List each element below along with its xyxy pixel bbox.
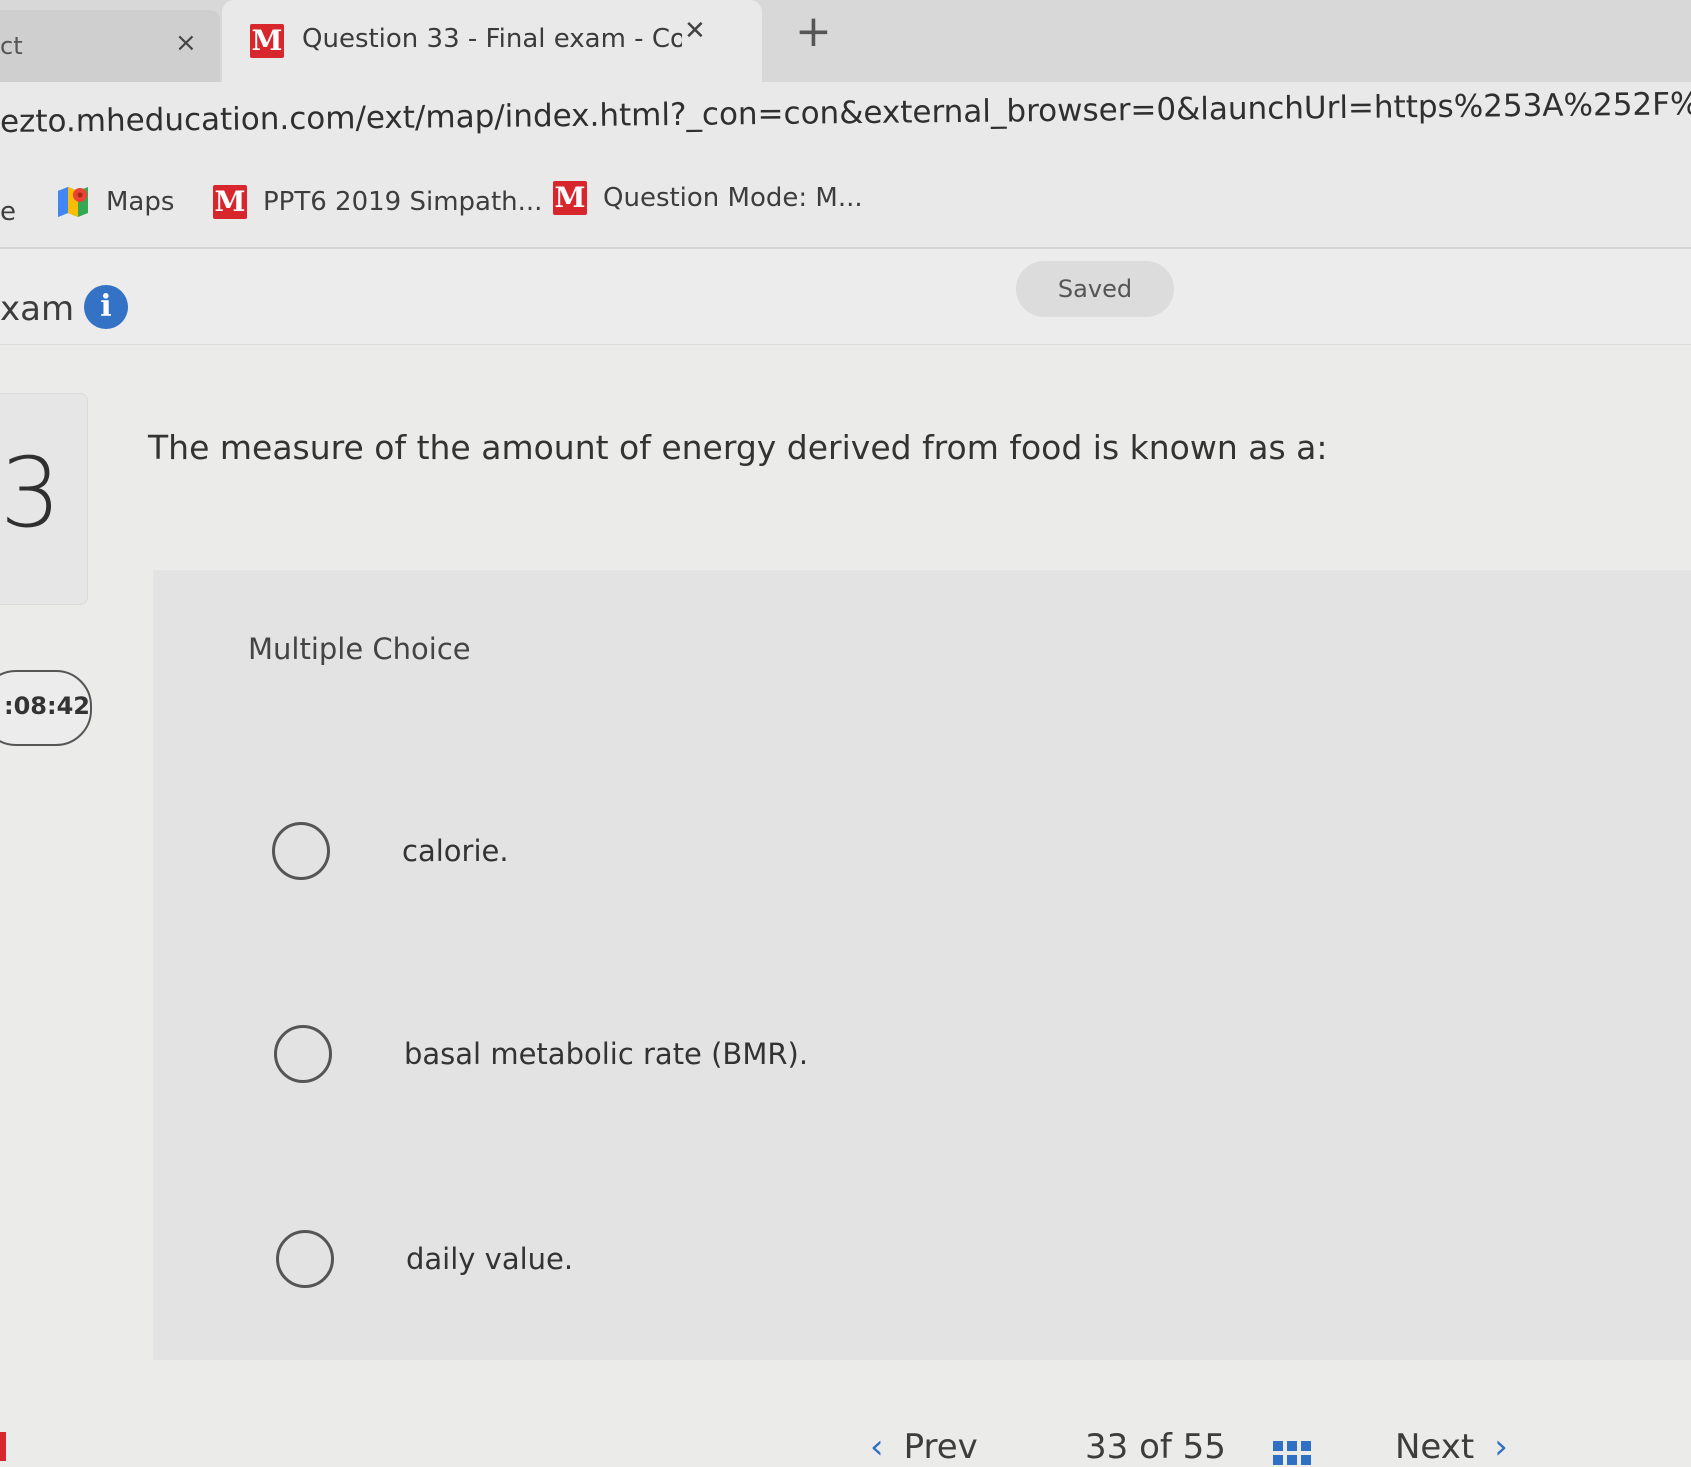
bookmark-maps[interactable]: Maps [56,185,174,219]
prev-button[interactable]: ‹ Prev [870,1427,978,1467]
question-grid-icon[interactable] [1273,1441,1313,1465]
chevron-right-icon: › [1494,1427,1508,1467]
bookmark-label: Question Mode: M... [603,183,863,213]
tab-inactive[interactable]: ct × [0,10,220,82]
question-number: 3 [0,437,62,549]
answer-option-text: calorie. [402,834,509,868]
tab-active[interactable]: M Question 33 - Final exam - Conn ✕ [222,0,762,82]
tab-close-icon[interactable]: × [175,28,197,58]
question-prompt: The measure of the amount of energy deri… [148,428,1328,467]
chevron-left-icon: ‹ [870,1427,884,1467]
answer-option[interactable]: daily value. [276,1230,573,1288]
bookmark-item[interactable]: e [0,197,16,227]
url-text[interactable]: ezto.mheducation.com/ext/map/index.html?… [0,84,1691,140]
question-type-label: Multiple Choice [248,632,471,666]
mcgraw-hill-logo-icon: M [250,24,284,58]
question-position: 33 of 55 [1085,1427,1226,1467]
next-label: Next [1395,1427,1475,1467]
mcgraw-hill-logo-icon: M [553,181,587,215]
answer-option[interactable]: basal metabolic rate (BMR). [274,1025,808,1083]
timer-text: :08:42 [4,692,90,720]
mcgraw-hill-logo-icon: M [213,185,247,219]
answer-option-text: basal metabolic rate (BMR). [404,1037,809,1071]
new-tab-plus-icon[interactable]: + [795,6,832,57]
bookmark-ppt6[interactable]: M PPT6 2019 Simpath... [213,185,542,219]
question-navigation: ‹ Prev 33 of 55 Next › [0,1405,1691,1467]
address-bar[interactable]: ezto.mheducation.com/ext/map/index.html?… [0,82,1691,167]
exam-header: xam i Saved [0,249,1691,345]
exam-title: xam [0,289,75,329]
answer-option-text: daily value. [406,1242,574,1276]
tab-close-icon[interactable]: ✕ [684,16,706,46]
bookmark-question-mode[interactable]: M Question Mode: M... [553,181,863,215]
saved-status-badge: Saved [1016,261,1174,317]
answer-option[interactable]: calorie. [272,822,509,880]
prev-label: Prev [903,1427,978,1467]
info-icon[interactable]: i [84,285,128,329]
maps-icon [58,187,88,217]
timer[interactable]: :08:42 [0,670,92,746]
edge-marker [0,1432,6,1461]
radio-button[interactable] [276,1230,334,1288]
radio-button[interactable] [274,1025,332,1083]
next-button[interactable]: Next › [1395,1427,1508,1467]
tab-title: ct [0,32,23,60]
browser-tab-strip: ct × M Question 33 - Final exam - Conn ✕… [0,0,1691,82]
bookmark-label: PPT6 2019 Simpath... [263,187,543,217]
bookmark-label: Maps [106,187,175,217]
radio-button[interactable] [272,822,330,880]
answer-panel [153,570,1691,1360]
bookmarks-bar: e Maps M PPT6 2019 Simpath... M Question… [0,167,1691,249]
tab-title: Question 33 - Final exam - Conn [302,24,682,54]
